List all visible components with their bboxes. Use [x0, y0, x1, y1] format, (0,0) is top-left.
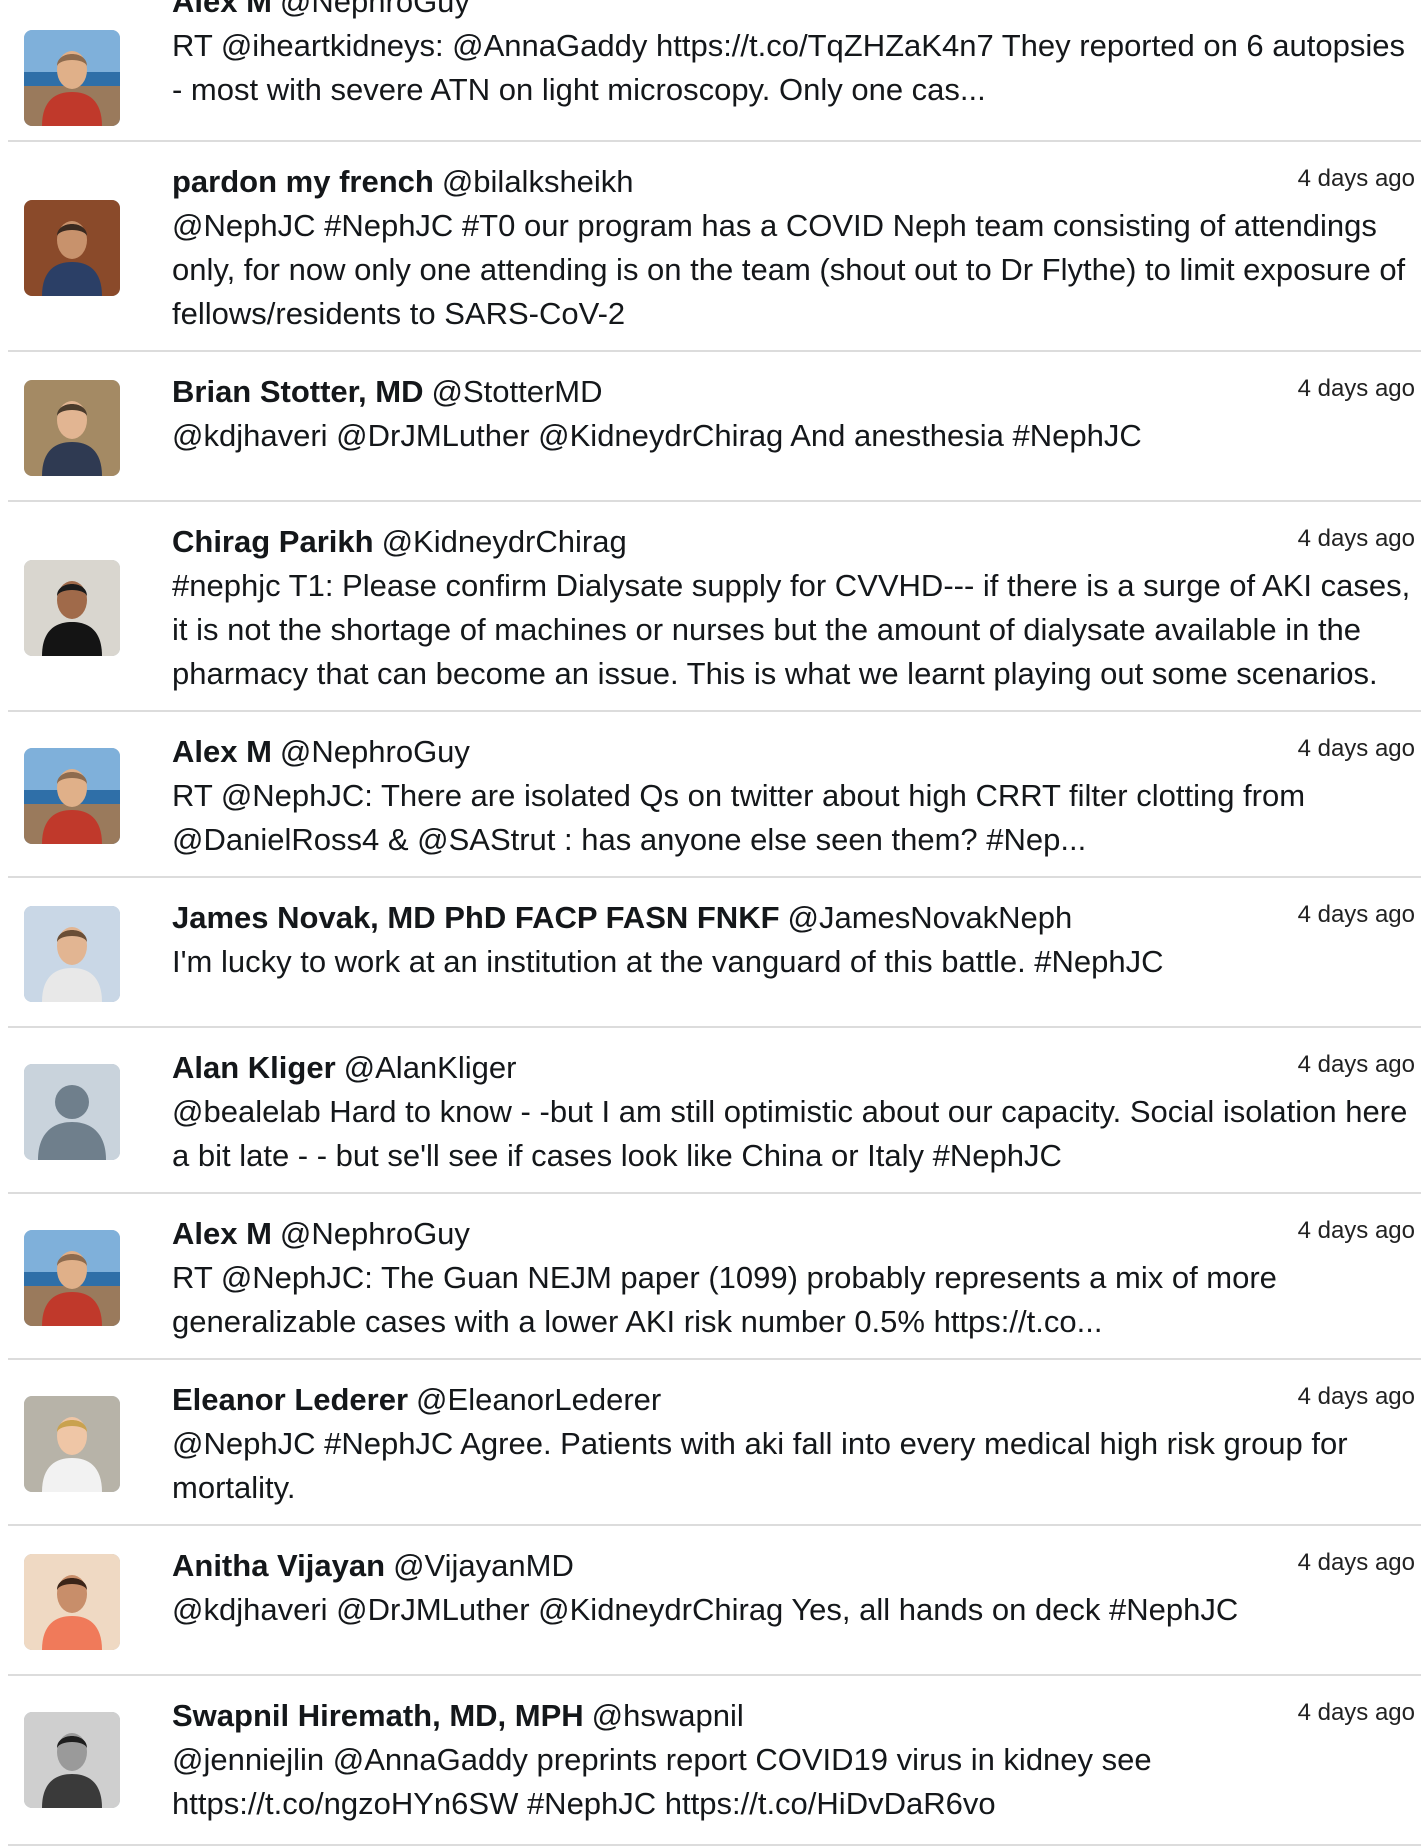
tweet-item[interactable]: Alan Kliger @AlanKliger @bealelab Hard to … — [8, 1028, 1421, 1194]
tweet-item[interactable]: Alex M @NephroGuy RT @NephJC: The Guan NEJ… — [8, 1194, 1421, 1360]
tweet-item[interactable]: Eleanor Lederer @EleanorLederer @NephJC #N… — [8, 1360, 1421, 1526]
tweet-text: RT @NephJC: There are isolated Qs on twi… — [172, 778, 1306, 857]
tweet-item[interactable]: pardon my french @bilalksheikh @NephJC #Ne… — [8, 142, 1421, 352]
author-handle[interactable]: @StotterMD — [431, 374, 602, 409]
timestamp[interactable]: 4 days ago — [1298, 1050, 1415, 1080]
author-handle[interactable]: @AlanKliger — [344, 1050, 517, 1085]
tweet-text: @NephJC #NephJC #T0 our program has a CO… — [172, 208, 1406, 331]
tweet-item[interactable]: Swapnil Hiremath, MD, MPH @hswapnil @jenni… — [8, 1676, 1421, 1846]
man-suit-photo-icon[interactable] — [24, 380, 120, 476]
tweet-body: Alex M @NephroGuy RT @NephJC: The Guan NEJ… — [172, 1212, 1415, 1344]
tweet-body: Alex M @NephroGuy RT @iheartkidneys: @Anna… — [172, 0, 1415, 112]
man-tie-photo-icon[interactable] — [24, 906, 120, 1002]
woman-smiling-photo-icon[interactable] — [24, 1554, 120, 1650]
author-name[interactable]: Alex M — [172, 0, 272, 19]
tweet-text: @kdjhaveri @DrJMLuther @KidneydrChirag A… — [172, 418, 1142, 453]
timestamp[interactable]: 4 days ago — [1298, 1548, 1415, 1578]
author-name[interactable]: Chirag Parikh — [172, 524, 374, 559]
timestamp[interactable]: 4 days ago — [1298, 164, 1415, 194]
timestamp[interactable]: 4 days ago — [1298, 0, 1415, 2]
tweet-header: Alex M @NephroGuy — [172, 0, 1415, 24]
tweet-item[interactable]: Chirag Parikh @KidneydrChirag #nephjc T1: … — [8, 502, 1421, 712]
tweet-body: Swapnil Hiremath, MD, MPH @hswapnil @jenni… — [172, 1694, 1415, 1826]
alex-photo-icon[interactable] — [24, 1230, 120, 1326]
tweet-item[interactable]: Alex M @NephroGuy RT @iheartkidneys: @Anna… — [8, 0, 1421, 142]
tweet-body: Chirag Parikh @KidneydrChirag #nephjc T1: … — [172, 520, 1415, 696]
tweet-text: @bealelab Hard to know - -but I am still… — [172, 1094, 1408, 1173]
author-name[interactable]: Eleanor Lederer — [172, 1382, 408, 1417]
author-handle[interactable]: @JamesNovakNeph — [788, 900, 1073, 935]
tweet-header: Alex M @NephroGuy — [172, 730, 1415, 774]
tweet-header: Chirag Parikh @KidneydrChirag — [172, 520, 1415, 564]
author-name[interactable]: Alan Kliger — [172, 1050, 336, 1085]
author-name[interactable]: Swapnil Hiremath, MD, MPH — [172, 1698, 584, 1733]
author-name[interactable]: Anitha Vijayan — [172, 1548, 385, 1583]
author-handle[interactable]: @NephroGuy — [280, 0, 470, 19]
woman-doctor-photo-icon[interactable] — [24, 1396, 120, 1492]
tweet-header: pardon my french @bilalksheikh — [172, 160, 1415, 204]
default-user-icon[interactable] — [24, 1064, 120, 1160]
author-handle[interactable]: @NephroGuy — [280, 1216, 470, 1251]
tweet-header: Alex M @NephroGuy — [172, 1212, 1415, 1256]
man-beard-photo-icon[interactable] — [24, 200, 120, 296]
author-handle[interactable]: @VijayanMD — [393, 1548, 574, 1583]
tweet-body: Anitha Vijayan @VijayanMD @kdjhaveri @DrJM… — [172, 1544, 1415, 1632]
author-handle[interactable]: @bilalksheikh — [442, 164, 634, 199]
tweet-header: Brian Stotter, MD @StotterMD — [172, 370, 1415, 414]
author-handle[interactable]: @KidneydrChirag — [382, 524, 627, 559]
tweet-body: Alex M @NephroGuy RT @NephJC: There are is… — [172, 730, 1415, 862]
tweet-text: RT @NephJC: The Guan NEJM paper (1099) p… — [172, 1260, 1277, 1339]
timestamp[interactable]: 4 days ago — [1298, 374, 1415, 404]
tweet-text: @NephJC #NephJC Agree. Patients with aki… — [172, 1426, 1348, 1505]
tweet-text: #nephjc T1: Please confirm Dialysate sup… — [172, 568, 1411, 691]
alex-photo-icon[interactable] — [24, 30, 120, 126]
tweet-text: RT @iheartkidneys: @AnnaGaddy https://t.… — [172, 28, 1405, 107]
timestamp[interactable]: 4 days ago — [1298, 1698, 1415, 1728]
tweet-item[interactable]: James Novak, MD PhD FACP FASN FNKF @James… — [8, 878, 1421, 1028]
tweet-body: James Novak, MD PhD FACP FASN FNKF @James… — [172, 896, 1415, 984]
man-portrait-photo-icon[interactable] — [24, 560, 120, 656]
alex-photo-icon[interactable] — [24, 748, 120, 844]
author-name[interactable]: Alex M — [172, 1216, 272, 1251]
tweet-header: Alan Kliger @AlanKliger — [172, 1046, 1415, 1090]
timestamp[interactable]: 4 days ago — [1298, 900, 1415, 930]
author-name[interactable]: pardon my french — [172, 164, 434, 199]
tweet-text: @jenniejlin @AnnaGaddy preprints report … — [172, 1742, 1152, 1821]
tweet-header: Anitha Vijayan @VijayanMD — [172, 1544, 1415, 1588]
tweet-header: Eleanor Lederer @EleanorLederer — [172, 1378, 1415, 1422]
author-name[interactable]: Alex M — [172, 734, 272, 769]
tweet-body: Brian Stotter, MD @StotterMD @kdjhaveri @D… — [172, 370, 1415, 458]
timestamp[interactable]: 4 days ago — [1298, 524, 1415, 554]
timestamp[interactable]: 4 days ago — [1298, 1216, 1415, 1246]
tweet-text: @kdjhaveri @DrJMLuther @KidneydrChirag Y… — [172, 1592, 1239, 1627]
author-name[interactable]: Brian Stotter, MD — [172, 374, 423, 409]
tweet-item[interactable]: Anitha Vijayan @VijayanMD @kdjhaveri @DrJM… — [8, 1526, 1421, 1676]
tweet-header: James Novak, MD PhD FACP FASN FNKF @James… — [172, 896, 1415, 940]
tweet-header: Swapnil Hiremath, MD, MPH @hswapnil — [172, 1694, 1415, 1738]
author-handle[interactable]: @EleanorLederer — [416, 1382, 661, 1417]
author-name[interactable]: James Novak, MD PhD FACP FASN FNKF — [172, 900, 780, 935]
tweet-body: pardon my french @bilalksheikh @NephJC #Ne… — [172, 160, 1415, 336]
author-handle[interactable]: @hswapnil — [592, 1698, 744, 1733]
tweet-item[interactable]: Alex M @NephroGuy RT @NephJC: There are is… — [8, 712, 1421, 878]
timestamp[interactable]: 4 days ago — [1298, 734, 1415, 764]
man-glasses-photo-icon[interactable] — [24, 1712, 120, 1808]
tweet-item[interactable]: Brian Stotter, MD @StotterMD @kdjhaveri @D… — [8, 352, 1421, 502]
tweet-body: Eleanor Lederer @EleanorLederer @NephJC #N… — [172, 1378, 1415, 1510]
tweet-body: Alan Kliger @AlanKliger @bealelab Hard to … — [172, 1046, 1415, 1178]
timestamp[interactable]: 4 days ago — [1298, 1382, 1415, 1412]
tweet-text: I'm lucky to work at an institution at t… — [172, 944, 1164, 979]
author-handle[interactable]: @NephroGuy — [280, 734, 470, 769]
